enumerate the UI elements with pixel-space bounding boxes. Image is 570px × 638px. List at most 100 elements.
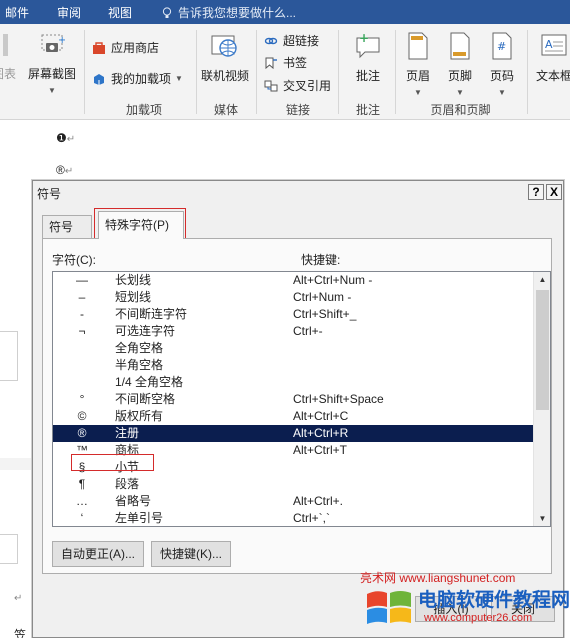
list-item[interactable]: ° 不间断空格 Ctrl+Shift+Space	[53, 391, 534, 408]
header-footer-group-label: 页眉和页脚	[430, 103, 491, 117]
char-name: 段落	[115, 477, 140, 491]
store-icon	[93, 41, 105, 54]
hyperlink-button[interactable]: 超链接	[264, 32, 319, 49]
char-glyph: ¬	[78, 324, 86, 338]
bookmark-label: 书签	[283, 56, 308, 70]
chevron-down-icon: ▼	[456, 88, 464, 97]
char-name: 全角空格	[115, 341, 164, 355]
list-item[interactable]: 1/4 全角空格	[53, 374, 534, 391]
char-shortcut: Ctrl+Num -	[293, 290, 352, 304]
special-char-list[interactable]: ‘左单引号 Ctrl+`,`… 省略号 Alt+Ctrl+. ¶ 段落 § 小节 ™ 商标 Alt+…	[52, 271, 551, 527]
tab-view[interactable]: 视图	[108, 4, 132, 21]
bookmark-button[interactable]: 书签	[264, 54, 307, 71]
list-item[interactable]: — 长划线 Alt+Ctrl+Num -	[53, 272, 534, 289]
dialog-title-bar[interactable]: 符号 ? X	[33, 181, 563, 203]
list-item[interactable]: 全角空格	[53, 340, 534, 357]
document-symbol: ®	[56, 163, 65, 177]
list-scrollbar[interactable]: ▲ ▼	[533, 272, 550, 526]
char-glyph: ¶	[78, 477, 86, 491]
list-item[interactable]: 半角空格	[53, 357, 534, 374]
footer-icon	[450, 32, 470, 60]
document-line: ❶↵	[56, 131, 75, 145]
watermark-url: www.computer26.com	[424, 612, 533, 624]
tab-review[interactable]: 审阅	[57, 4, 81, 21]
char-glyph: ‘	[80, 511, 84, 525]
link-icon	[264, 37, 278, 44]
tab-special-characters[interactable]: 特殊字符(P)	[98, 211, 184, 239]
char-glyph: …	[76, 494, 88, 508]
close-x-button[interactable]: X	[546, 184, 562, 200]
tab-symbols[interactable]: 符号(S)	[42, 215, 92, 256]
dialog-title: 符号	[37, 187, 62, 201]
chart-button[interactable]: 图表	[0, 32, 16, 82]
textbox-button[interactable]: A 文本框	[530, 32, 570, 84]
shortcut-key-button[interactable]: 快捷键(K)...	[151, 541, 231, 567]
char-shortcut: Ctrl+-	[293, 324, 323, 338]
list-item[interactable]: … 省略号 Alt+Ctrl+.	[53, 493, 534, 510]
table-fragment	[0, 458, 32, 470]
list-item[interactable]: - 不间断连字符 Ctrl+Shift+_	[53, 306, 534, 323]
char-name: 不间断连字符	[115, 307, 188, 321]
char-glyph: –	[78, 290, 86, 304]
list-item[interactable]: ‘ 左单引号 Ctrl+`,`	[53, 510, 534, 526]
char-glyph: ®	[77, 426, 87, 440]
tell-me-text: 告诉我您想要做什么...	[178, 6, 297, 20]
list-item[interactable]: – 短划线 Ctrl+Num -	[53, 289, 534, 306]
group-divider	[395, 30, 396, 114]
scroll-up-icon[interactable]: ▲	[535, 272, 550, 287]
tab-mailings[interactable]: 邮件	[5, 4, 29, 21]
char-shortcut: Alt+Ctrl+Num -	[293, 273, 373, 287]
shortcut-column-header: 快捷键:	[301, 253, 341, 267]
page-number-icon: #	[492, 32, 512, 60]
char-name: 版权所有	[115, 409, 164, 423]
lightbulb-icon	[162, 6, 172, 18]
footer-label: 页脚	[447, 69, 472, 83]
autocorrect-button[interactable]: 自动更正(A)...	[52, 541, 144, 567]
text-box-fragment	[0, 534, 18, 564]
svg-text:#: #	[497, 40, 506, 53]
document-text: 笠	[14, 628, 27, 638]
svg-text:+: +	[58, 35, 65, 46]
header-button[interactable]: 页眉 ▼	[398, 32, 438, 98]
app-store-button[interactable]: 应用商店	[92, 39, 159, 56]
scroll-down-icon[interactable]: ▼	[535, 511, 550, 526]
bookmark-icon	[265, 57, 277, 69]
char-glyph: -	[80, 307, 84, 321]
cross-reference-button[interactable]: 交叉引用	[264, 77, 331, 94]
page-number-label: 页码	[489, 69, 514, 83]
chevron-down-icon: ▼	[175, 74, 183, 83]
page-number-button[interactable]: # 页码 ▼	[482, 32, 522, 98]
char-name: 可选连字符	[115, 324, 176, 338]
new-comment-button[interactable]: + 批注	[344, 31, 392, 84]
char-name: 长划线	[115, 273, 152, 287]
watermark-text: 亮术网 www.liangshunet.com	[360, 571, 516, 585]
screenshot-button[interactable]: + 屏幕截图 ▼	[26, 32, 78, 96]
char-name: 注册	[115, 426, 140, 440]
char-shortcut: Alt+Ctrl+T	[293, 443, 348, 457]
group-divider	[84, 30, 85, 114]
online-video-button[interactable]: 联机视频	[199, 32, 251, 84]
list-item[interactable]: ¬ 可选连字符 Ctrl+-	[53, 323, 534, 340]
list-item[interactable]: © 版权所有 Alt+Ctrl+C	[53, 408, 534, 425]
footer-button[interactable]: 页脚 ▼	[440, 32, 480, 98]
list-item[interactable]: ® 注册 Alt+Ctrl+R	[53, 425, 534, 442]
chevron-down-icon: ▼	[498, 88, 506, 97]
tell-me-box[interactable]: 告诉我您想要做什么...	[162, 4, 296, 21]
dialog-tabs: 符号(S) 特殊字符(P)	[42, 211, 552, 256]
help-button[interactable]: ?	[528, 184, 544, 200]
char-shortcut: Alt+Ctrl+R	[293, 426, 349, 440]
comments-group-label: 批注	[355, 103, 380, 117]
group-divider	[338, 30, 339, 114]
char-shortcut: Alt+Ctrl+.	[293, 494, 344, 508]
document-line: ®↵	[56, 163, 73, 177]
char-glyph: °	[79, 392, 85, 406]
chevron-down-icon: ▼	[48, 86, 56, 95]
online-video-label: 联机视频	[200, 69, 249, 83]
media-group-label: 媒体	[213, 103, 238, 117]
list-item[interactable]: ¶ 段落	[53, 476, 534, 493]
char-column-header: 字符(C):	[52, 253, 96, 267]
scroll-thumb[interactable]	[536, 290, 549, 410]
addins-icon	[94, 73, 104, 85]
char-name: 左单引号	[115, 511, 164, 525]
my-addins-button[interactable]: 我的加载项 ▼	[92, 70, 183, 87]
